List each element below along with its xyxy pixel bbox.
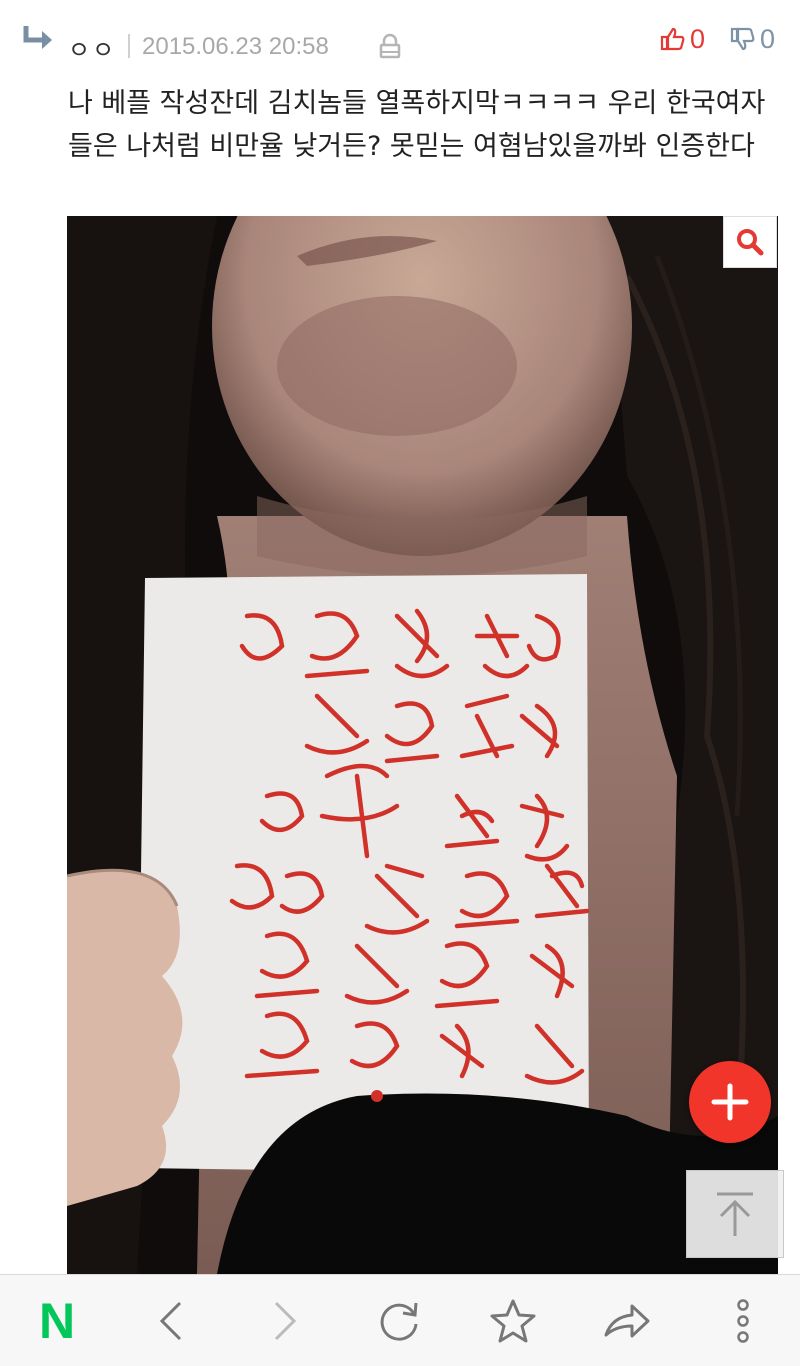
share-button[interactable]	[582, 1275, 672, 1366]
downvote-count: 0	[760, 23, 776, 54]
back-icon	[159, 1301, 182, 1341]
browser-bottom-bar: N	[0, 1274, 800, 1366]
more-menu-button[interactable]	[698, 1275, 788, 1366]
more-icon	[737, 1299, 749, 1343]
thumbs-down-icon	[730, 27, 755, 51]
bookmark-button[interactable]	[468, 1275, 558, 1366]
comment-datetime: 2015.06.23 20:58	[142, 33, 329, 60]
zoom-button[interactable]	[723, 216, 777, 268]
back-button[interactable]	[126, 1275, 216, 1366]
refresh-button[interactable]	[354, 1275, 444, 1366]
naver-home-button[interactable]: N	[12, 1275, 102, 1366]
scroll-to-top-button[interactable]	[686, 1170, 784, 1258]
refresh-icon	[380, 1302, 418, 1341]
naver-logo: N	[38, 1293, 76, 1349]
upvote-button[interactable]: 0	[660, 22, 705, 56]
comment-author[interactable]: ㅇㅇ	[68, 30, 116, 65]
add-button[interactable]	[689, 1061, 771, 1143]
comment-header: ㅇㅇ 2015.06.23 20:58 0 0	[0, 0, 800, 80]
arrow-up-icon	[717, 1192, 753, 1236]
reply-arrow-icon	[23, 26, 52, 49]
comment-text: 나 베플 작성잔데 김치놈들 열폭하지막ㅋㅋㅋㅋ 우리 한국여자들은 나처럼 비…	[68, 88, 766, 162]
forward-button[interactable]	[240, 1275, 330, 1366]
upvote-count: 0	[690, 23, 706, 54]
plus-icon	[711, 1083, 749, 1121]
forward-icon	[274, 1301, 297, 1341]
photo-scene	[67, 216, 778, 1274]
divider	[128, 34, 130, 58]
downvote-button[interactable]: 0	[730, 22, 775, 56]
bookmark-star-icon	[490, 1299, 536, 1343]
attached-photo[interactable]	[67, 216, 778, 1274]
search-icon	[737, 229, 764, 256]
thumbs-up-icon	[660, 27, 685, 51]
lock-icon	[379, 33, 401, 59]
share-icon	[604, 1304, 650, 1338]
